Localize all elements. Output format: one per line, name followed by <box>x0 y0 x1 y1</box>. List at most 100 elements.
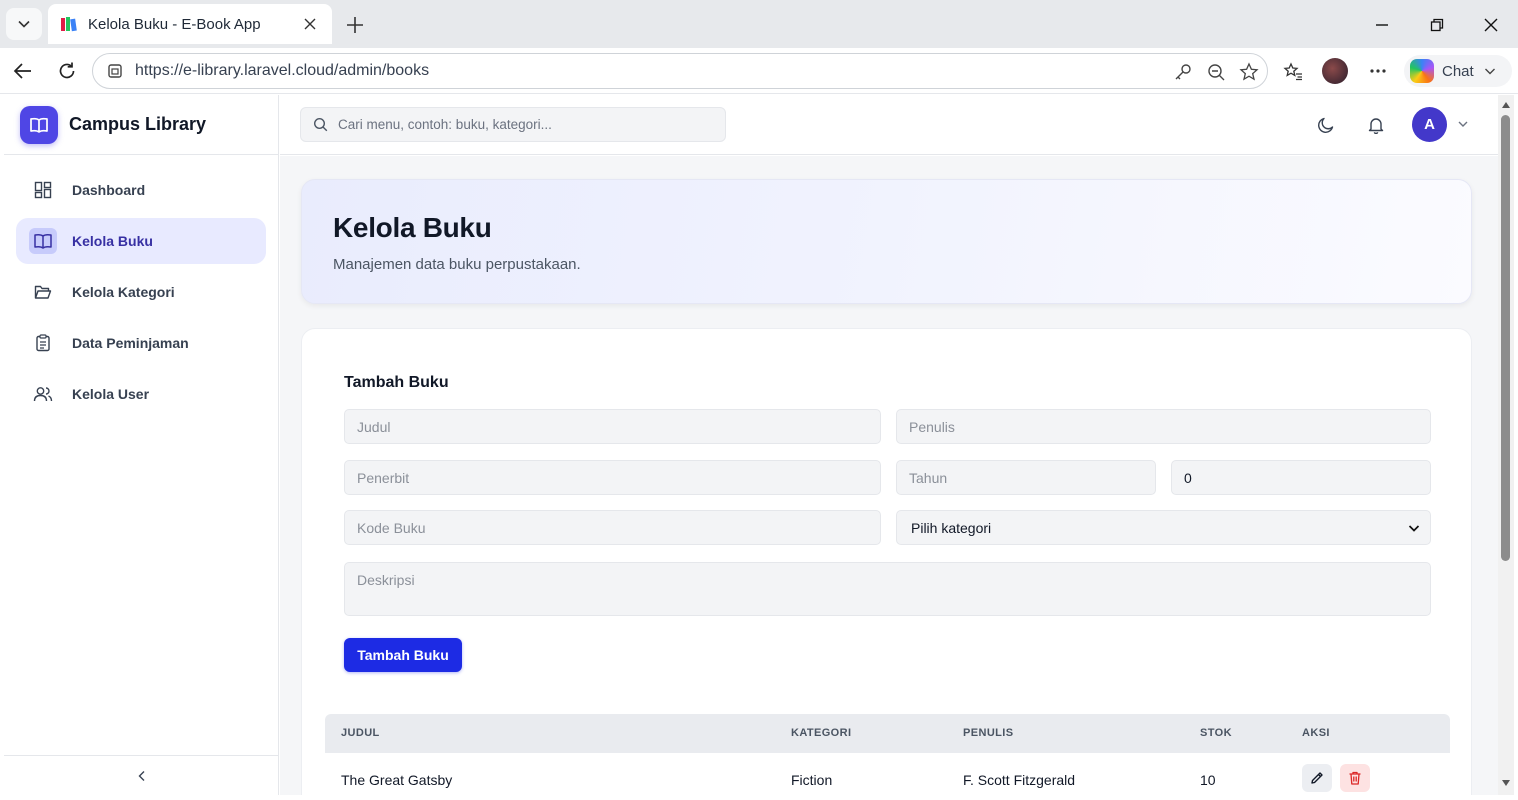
tambah-buku-button[interactable]: Tambah Buku <box>344 638 462 672</box>
bell-icon <box>1368 118 1384 134</box>
cell-judul: The Great Gatsby <box>341 772 453 788</box>
arrow-left-icon <box>13 63 31 79</box>
column-header-judul[interactable]: JUDUL <box>341 727 380 739</box>
plus-icon <box>347 17 363 33</box>
site-info-icon[interactable] <box>107 63 123 79</box>
table-row: The Great Gatsby Fiction F. Scott Fitzge… <box>325 753 1450 795</box>
sidebar-collapse-button[interactable] <box>4 755 279 795</box>
folder-open-icon <box>32 281 54 303</box>
sidebar-item-data-peminjaman[interactable]: Data Peminjaman <box>16 320 266 366</box>
cell-penulis: F. Scott Fitzgerald <box>963 772 1076 788</box>
restore-icon <box>1430 18 1444 32</box>
app-window: Campus Library Dashboard Kelola Buku Kel… <box>4 95 1498 795</box>
penerbit-input[interactable] <box>344 460 881 495</box>
sidebar-item-kelola-buku[interactable]: Kelola Buku <box>16 218 266 264</box>
books-table: JUDUL KATEGORI PENULIS STOK AKSI The Gre… <box>325 714 1450 795</box>
url-text[interactable]: https://e-library.laravel.cloud/admin/bo… <box>135 62 429 80</box>
back-button[interactable] <box>8 56 38 86</box>
books-favicon-icon <box>61 17 77 32</box>
copilot-chat-button[interactable]: Chat <box>1404 55 1512 87</box>
judul-input[interactable] <box>344 409 881 444</box>
more-horizontal-icon <box>1370 69 1386 73</box>
column-header-kategori[interactable]: KATEGORI <box>791 727 851 739</box>
sidebar-item-kelola-kategori[interactable]: Kelola Kategori <box>16 269 266 315</box>
close-icon <box>1484 18 1498 32</box>
minimize-window-button[interactable] <box>1367 10 1397 40</box>
scrollbar-thumb[interactable] <box>1501 115 1510 561</box>
column-header-aksi: AKSI <box>1302 727 1330 739</box>
stok-input[interactable] <box>1171 460 1431 495</box>
copilot-logo-icon <box>1410 59 1434 83</box>
page-scrollbar[interactable] <box>1498 95 1514 795</box>
page-subtitle: Manajemen data buku perpustakaan. <box>333 256 581 273</box>
form-heading: Tambah Buku <box>344 374 449 391</box>
zoom-out-icon[interactable] <box>1202 58 1230 86</box>
browser-tab-strip: Kelola Buku - E-Book App <box>0 0 1518 48</box>
restore-window-button[interactable] <box>1422 10 1452 40</box>
sidebar-item-dashboard[interactable]: Dashboard <box>16 167 266 213</box>
favorites-button[interactable] <box>1278 56 1308 86</box>
scroll-up-arrow-icon[interactable] <box>1502 101 1510 109</box>
brand-logo <box>20 105 58 144</box>
more-options-button[interactable] <box>1363 56 1393 86</box>
chevron-left-icon <box>138 770 144 781</box>
tab-list-button[interactable] <box>6 8 42 40</box>
browser-address-bar: https://e-library.laravel.cloud/admin/bo… <box>0 48 1518 94</box>
close-tab-icon[interactable] <box>300 14 320 34</box>
tahun-input[interactable] <box>896 460 1156 495</box>
brand-name: Campus Library <box>69 114 207 134</box>
delete-button[interactable] <box>1340 764 1370 792</box>
book-open-icon <box>29 228 57 254</box>
moon-icon <box>1318 117 1334 133</box>
chevron-down-icon <box>1408 524 1420 532</box>
reload-icon <box>59 62 75 79</box>
page-header: Kelola Buku Manajemen data buku perpusta… <box>301 179 1472 304</box>
book-form-card: Tambah Buku Pilih kategori Tambah Buku J… <box>301 328 1472 795</box>
kategori-select-value: Pilih kategori <box>911 519 992 536</box>
search-input[interactable] <box>338 117 718 132</box>
chat-label: Chat <box>1442 62 1474 80</box>
sidebar-item-label: Data Peminjaman <box>72 335 189 351</box>
clipboard-list-icon <box>32 332 54 354</box>
avatar[interactable]: A <box>1412 107 1447 142</box>
chevron-down-icon[interactable] <box>1454 115 1472 133</box>
scroll-down-arrow-icon[interactable] <box>1502 779 1510 787</box>
deskripsi-textarea[interactable] <box>344 562 1431 616</box>
close-window-button[interactable] <box>1476 10 1506 40</box>
dashboard-grid-icon <box>32 179 54 201</box>
main-content: Kelola Buku Manajemen data buku perpusta… <box>280 156 1498 795</box>
column-header-penulis[interactable]: PENULIS <box>963 727 1013 739</box>
topbar: A <box>280 95 1498 155</box>
brand[interactable]: Campus Library <box>4 95 279 155</box>
profile-button[interactable] <box>1320 56 1350 86</box>
sidebar-item-kelola-user[interactable]: Kelola User <box>16 371 266 417</box>
new-tab-button[interactable] <box>340 10 370 40</box>
sidebar-item-label: Kelola User <box>72 386 150 402</box>
page-title: Kelola Buku <box>333 212 492 243</box>
sidebar-item-label: Kelola Kategori <box>72 284 175 300</box>
trash-icon <box>1349 771 1361 785</box>
sidebar: Campus Library Dashboard Kelola Buku Kel… <box>4 95 279 795</box>
theme-toggle-button[interactable] <box>1312 111 1340 139</box>
kode-buku-input[interactable] <box>344 510 881 545</box>
cell-kategori: Fiction <box>791 772 833 788</box>
edit-button[interactable] <box>1302 764 1332 792</box>
search-box[interactable] <box>300 107 726 142</box>
sidebar-item-label: Kelola Buku <box>72 233 153 249</box>
penulis-input[interactable] <box>896 409 1431 444</box>
omnibox[interactable]: https://e-library.laravel.cloud/admin/bo… <box>92 53 1268 89</box>
cell-stok: 10 <box>1200 772 1216 788</box>
search-icon <box>313 117 328 132</box>
favorite-star-icon[interactable] <box>1235 58 1263 86</box>
notifications-button[interactable] <box>1362 111 1390 139</box>
reload-button[interactable] <box>52 56 82 86</box>
column-header-stok[interactable]: STOK <box>1200 727 1232 739</box>
browser-tab-active[interactable]: Kelola Buku - E-Book App <box>48 4 332 44</box>
favorites-list-icon <box>1283 62 1302 81</box>
chevron-down-icon <box>1484 68 1495 75</box>
key-icon[interactable] <box>1169 58 1197 86</box>
kategori-select[interactable]: Pilih kategori <box>896 510 1431 545</box>
profile-picture <box>1322 58 1348 84</box>
chevron-down-icon <box>18 20 30 28</box>
pencil-icon <box>1311 772 1323 784</box>
